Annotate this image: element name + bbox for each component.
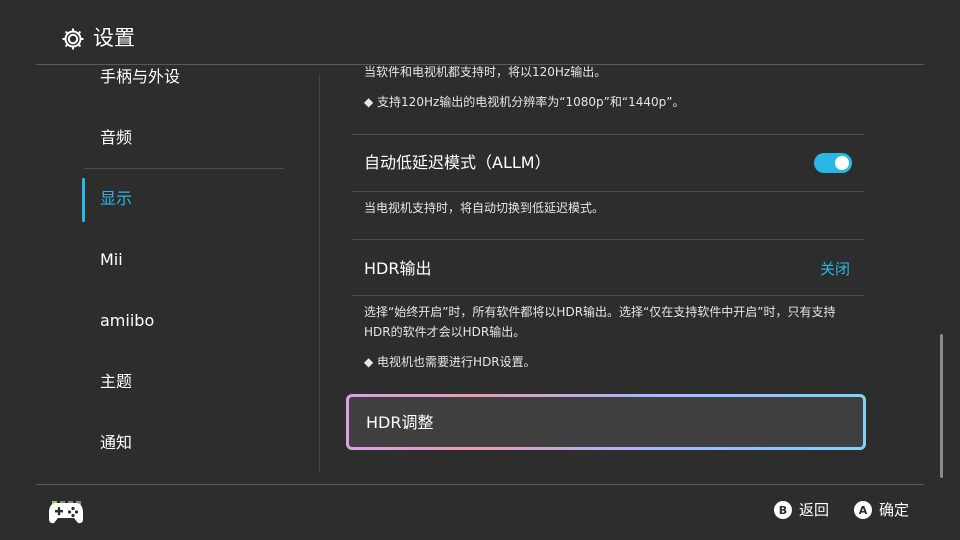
controller-icon	[49, 503, 83, 524]
allm-description: 当电视机支持时，将自动切换到低延迟模式。	[364, 201, 605, 215]
sidebar-divider	[84, 168, 284, 169]
sidebar-item-amiibo[interactable]: amiibo	[100, 310, 154, 332]
toggle-knob	[835, 156, 849, 170]
sidebar-active-indicator	[82, 178, 85, 222]
sidebar-item-notifications[interactable]: 通知	[100, 432, 132, 454]
sidebar-item-mii[interactable]: Mii	[100, 249, 123, 271]
gear-icon	[62, 28, 84, 50]
panel-divider	[319, 74, 320, 472]
hdr-adjust-row[interactable]: HDR调整	[346, 394, 866, 450]
page-title: 设置	[93, 26, 135, 50]
allm-label[interactable]: 自动低延迟模式（ALLM）	[364, 152, 551, 174]
hdr-output-label[interactable]: HDR输出	[364, 258, 431, 280]
row-divider	[352, 191, 864, 192]
hdr-output-value[interactable]: 关闭	[820, 258, 850, 280]
header: 设置	[0, 0, 960, 66]
hdr-output-description-1: 选择“始终开启”时，所有软件都将以HDR输出。选择“仅在支持软件中开启”时，只有…	[364, 305, 836, 319]
row-divider	[352, 239, 864, 240]
b-button-icon: B	[774, 501, 792, 519]
note-120hz-resolution: ◆ 支持120Hz输出的电视机分辨率为“1080p”和“1440p”。	[364, 95, 685, 109]
sidebar-item-audio[interactable]: 音频	[100, 127, 132, 149]
sidebar-item-themes[interactable]: 主题	[100, 371, 132, 393]
confirm-label: 确定	[879, 501, 910, 519]
note-120hz: 当软件和电视机都支持时，将以120Hz输出。	[364, 65, 607, 79]
back-label: 返回	[799, 501, 830, 519]
footer-divider	[36, 484, 924, 485]
hdr-output-note: ◆ 电视机也需要进行HDR设置。	[364, 355, 536, 369]
sidebar-item-display[interactable]: 显示	[100, 188, 132, 210]
hdr-output-description-2: HDR的软件才会以HDR输出。	[364, 325, 526, 339]
row-divider	[352, 295, 864, 296]
sidebar-item-controllers[interactable]: 手柄与外设	[100, 66, 180, 88]
back-button[interactable]: B 返回	[774, 499, 829, 521]
confirm-button[interactable]: A 确定	[854, 499, 909, 521]
allm-toggle[interactable]	[814, 153, 852, 173]
row-divider	[352, 134, 864, 135]
a-button-icon: A	[854, 501, 872, 519]
scrollbar[interactable]	[940, 334, 943, 478]
hdr-adjust-label: HDR调整	[366, 413, 434, 432]
